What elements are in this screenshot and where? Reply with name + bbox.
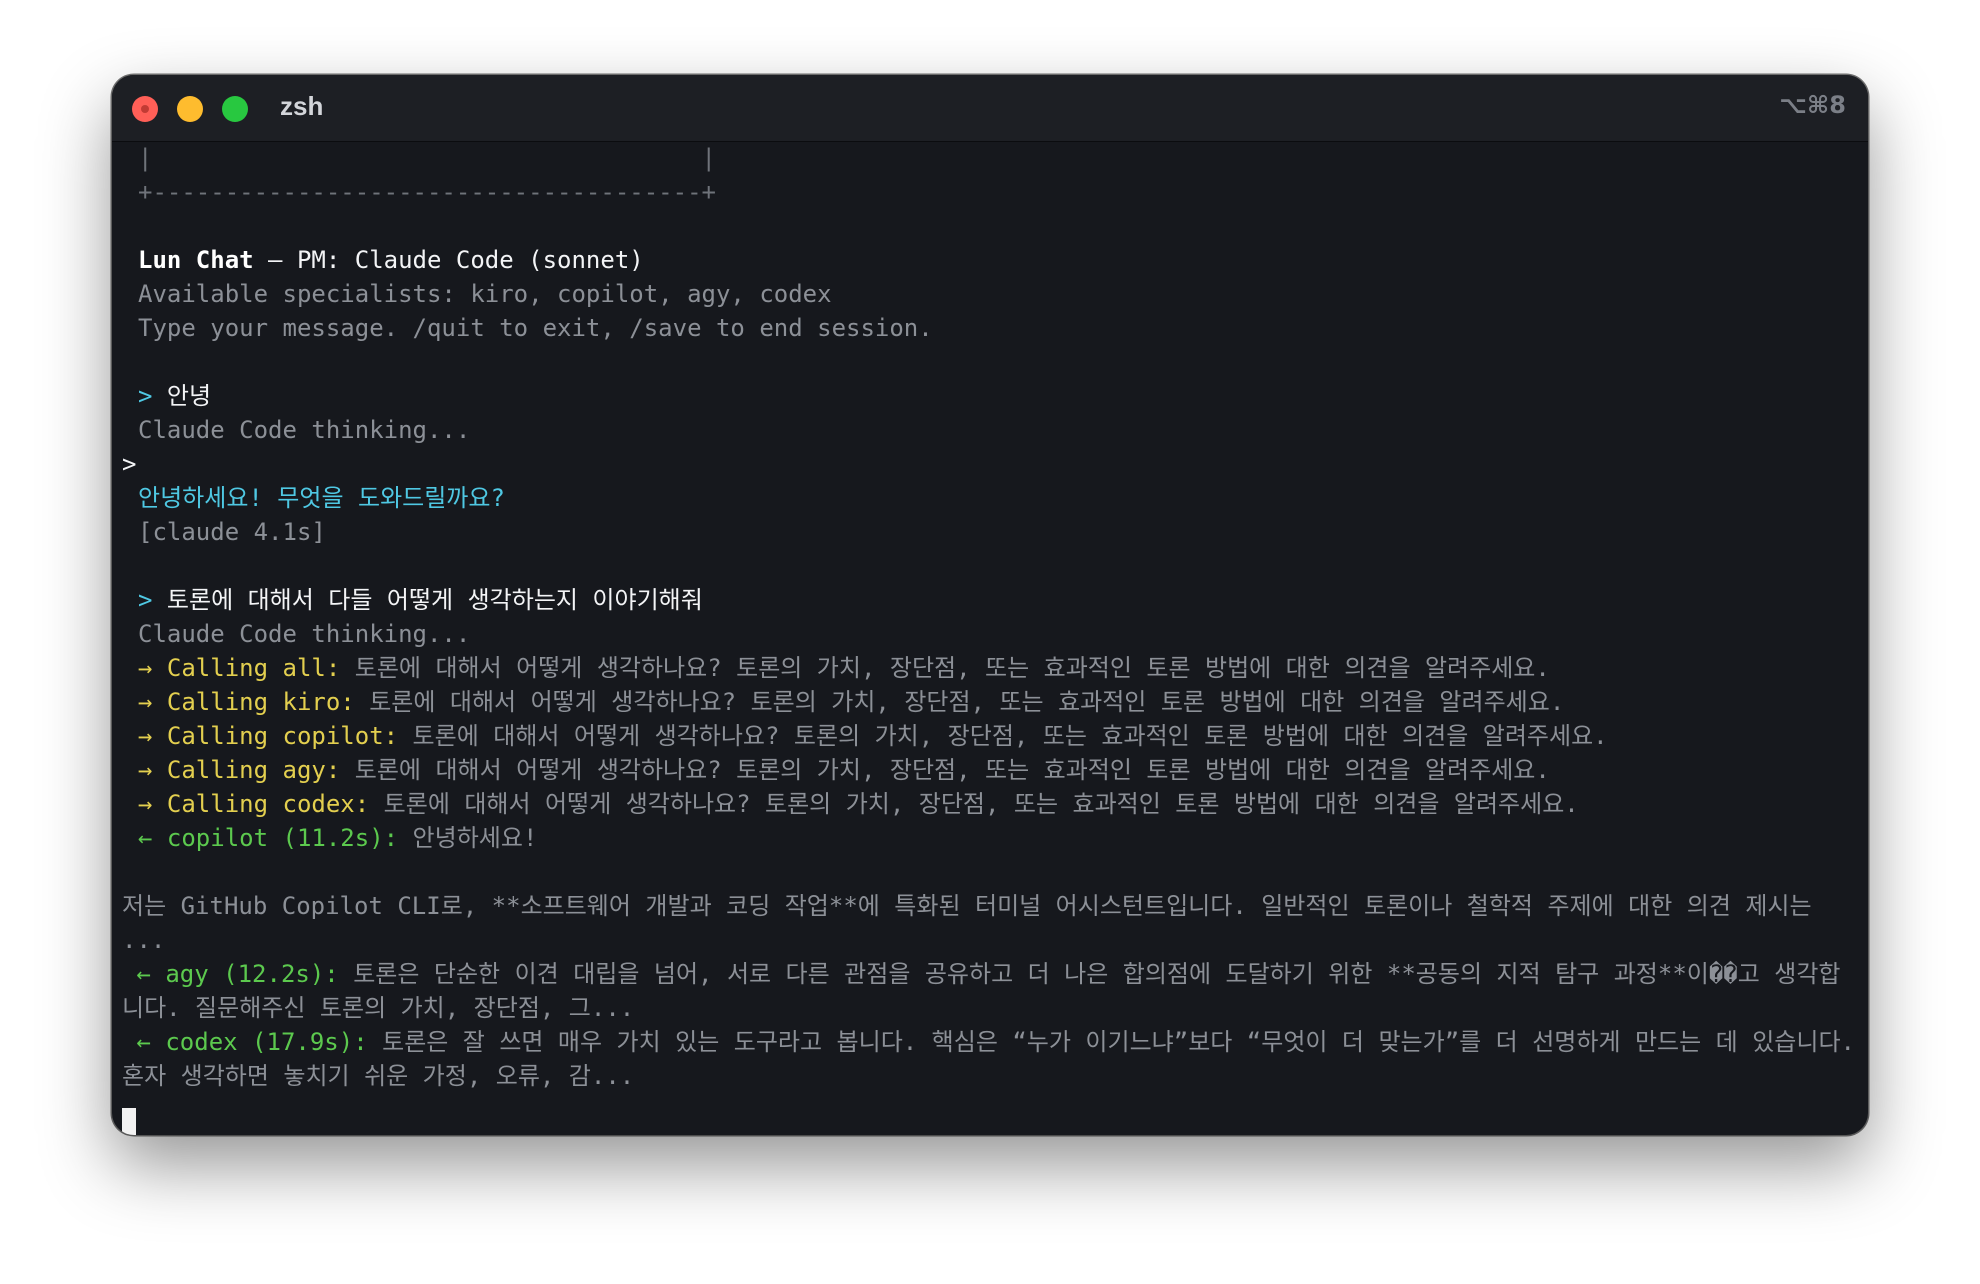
response-label: agy (12.2s): xyxy=(165,960,339,988)
title-bar: zsh ⌥⌘8 xyxy=(112,75,1868,142)
response-continuation: 저는 GitHub Copilot CLI로, **소프트웨어 개발과 코딩 작… xyxy=(122,892,1827,954)
call-text: 토론에 대해서 어떻게 생각하나요? 토론의 가치, 장단점, 또는 효과적인 … xyxy=(354,756,1550,784)
call-text: 토론에 대해서 어떻게 생각하나요? 토론의 가치, 장단점, 또는 효과적인 … xyxy=(412,722,1608,750)
terminal-window: zsh ⌥⌘8 | | +---------------------------… xyxy=(112,75,1868,1135)
response-label: codex (17.9s): xyxy=(165,1028,368,1056)
response-text: 토론은 잘 쓰면 매우 가치 있는 도구라고 봅니다. 핵심은 “누가 이기느냐… xyxy=(122,1028,1868,1090)
prompt-symbol: > xyxy=(138,382,153,410)
reply-timing: [claude 4.1s] xyxy=(138,518,326,546)
response-line: ← agy (12.2s): 토론은 단순한 이견 대립을 넘어, 서로 다른 … xyxy=(122,957,1862,1025)
call-arrow: → xyxy=(138,790,153,818)
response-arrow: ← xyxy=(136,960,151,988)
ascii-box-side: | | xyxy=(138,144,716,172)
call-text: 토론에 대해서 어떻게 생각하나요? 토론의 가치, 장단점, 또는 효과적인 … xyxy=(354,654,1550,682)
ascii-box-bottom: +--------------------------------------+ xyxy=(138,178,716,206)
response-line: ← codex (17.9s): 토론은 잘 쓰면 매우 가치 있는 도구라고 … xyxy=(122,1025,1862,1093)
pm-info: – PM: Claude Code (sonnet) xyxy=(253,246,644,274)
call-line: → Calling codex: 토론에 대해서 어떻게 생각하나요? 토론의 … xyxy=(138,787,1579,821)
response-arrow: ← xyxy=(138,824,153,852)
response-label: copilot (11.2s): xyxy=(166,824,399,852)
call-arrow: → xyxy=(138,756,153,784)
terminal-cursor xyxy=(122,1108,136,1135)
call-text: 토론에 대해서 어떻게 생각하나요? 토론의 가치, 장단점, 또는 효과적인 … xyxy=(369,688,1565,716)
user-message-line: > 토론에 대해서 다들 어떻게 생각하는지 이야기해줘 xyxy=(138,583,703,617)
user-message: 안녕 xyxy=(166,382,212,410)
call-label: Calling all: xyxy=(166,654,341,682)
call-line: → Calling all: 토론에 대해서 어떻게 생각하나요? 토론의 가치… xyxy=(138,651,1550,685)
zoom-button[interactable] xyxy=(222,96,248,122)
user-message: 토론에 대해서 다들 어떻게 생각하는지 이야기해줘 xyxy=(166,586,703,614)
specialists-line: Available specialists: kiro, copilot, ag… xyxy=(138,280,832,308)
call-label: Calling codex: xyxy=(166,790,370,818)
call-arrow: → xyxy=(138,688,153,716)
response-line: ← copilot (11.2s): 안녕하세요! xyxy=(138,821,537,855)
call-text: 토론에 대해서 어떻게 생각하나요? 토론의 가치, 장단점, 또는 효과적인 … xyxy=(383,790,1579,818)
call-arrow: → xyxy=(138,654,153,682)
terminal-output[interactable]: | | +-----------------------------------… xyxy=(112,141,1868,1135)
close-button[interactable] xyxy=(132,96,158,122)
response-text: 토론은 단순한 이견 대립을 넘어, 서로 다른 관점을 공유하고 더 나은 합… xyxy=(122,960,1841,1022)
assistant-reply: 안녕하세요! 무엇을 도와드릴까요? xyxy=(138,484,505,512)
header-line: Lun Chat – PM: Claude Code (sonnet) xyxy=(138,243,644,277)
call-label: Calling kiro: xyxy=(166,688,355,716)
window-shortcut: ⌥⌘8 xyxy=(1779,91,1846,119)
response-text: 안녕하세요! xyxy=(412,824,538,852)
call-line: → Calling copilot: 토론에 대해서 어떻게 생각하나요? 토론… xyxy=(138,719,1608,753)
prompt-symbol: > xyxy=(138,586,153,614)
call-label: Calling copilot: xyxy=(166,722,399,750)
thinking-status: Claude Code thinking... xyxy=(138,416,471,444)
minimize-button[interactable] xyxy=(177,96,203,122)
call-label: Calling agy: xyxy=(166,756,341,784)
call-arrow: → xyxy=(138,722,153,750)
instructions-line: Type your message. /quit to exit, /save … xyxy=(138,314,933,342)
window-title: zsh xyxy=(280,91,324,121)
thinking-status: Claude Code thinking... xyxy=(138,620,471,648)
call-line: → Calling kiro: 토론에 대해서 어떻게 생각하나요? 토론의 가… xyxy=(138,685,1564,719)
stray-prompt: > xyxy=(122,450,137,478)
response-arrow: ← xyxy=(136,1028,151,1056)
call-line: → Calling agy: 토론에 대해서 어떻게 생각하나요? 토론의 가치… xyxy=(138,753,1550,787)
user-message-line: > 안녕 xyxy=(138,379,211,413)
app-name: Lun Chat xyxy=(138,246,254,274)
